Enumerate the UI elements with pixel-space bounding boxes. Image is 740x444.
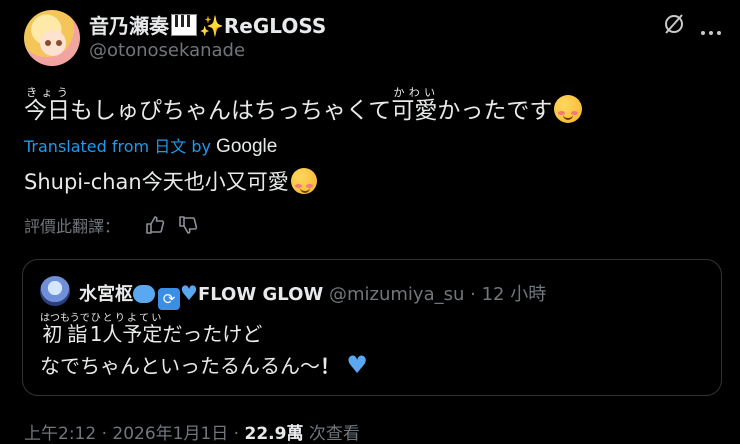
blushing-smile-emoji-icon xyxy=(290,168,317,194)
author-avatar[interactable] xyxy=(24,10,80,66)
tweet-ruby-segment: 可愛かわい xyxy=(391,86,438,124)
tweet-timestamp[interactable]: 上午2:12 · 2026年1月1日 · 22.9萬 次查看 xyxy=(24,419,360,444)
quoted-author-name-suffix: FLOW GLOW xyxy=(197,284,324,305)
piano-emoji-icon xyxy=(171,14,197,36)
tweet-text-segment: かったです xyxy=(437,98,553,124)
thumbs-up-icon[interactable] xyxy=(145,215,165,235)
rate-translation-label: 評價此翻譯： xyxy=(24,217,121,236)
tweet-ruby-segment: 今日きょう xyxy=(24,86,70,124)
speech-bubble-emoji-icon xyxy=(133,285,155,303)
quoted-tweet-line-1: 初詣はつもうで1人予定ひとりよていだったけど xyxy=(40,313,262,344)
tweet-text-segment: もしゅぴちゃんはちっちゃくて xyxy=(70,98,392,124)
author-handle[interactable]: @otonosekanade xyxy=(89,40,245,61)
quoted-author-avatar[interactable] xyxy=(40,276,70,306)
quoted-text-segment: だったけど xyxy=(162,322,263,346)
author-name-text: 音乃瀬奏 xyxy=(89,14,169,38)
blushing-smile-emoji-icon xyxy=(554,95,583,123)
grok-icon[interactable] xyxy=(663,13,685,35)
avatar-eye xyxy=(56,40,62,46)
translated-from-line[interactable]: Translated from 日文 by Google xyxy=(24,133,277,158)
avatar-eye xyxy=(45,40,51,46)
avatar-face xyxy=(40,30,66,56)
quoted-author-name: 水宮枢 xyxy=(79,284,133,305)
blue-heart-emoji-icon: ♥ xyxy=(346,351,368,379)
author-display-name[interactable]: 音乃瀬奏 ✨ReGLOSS xyxy=(89,10,326,39)
translated-prefix: Translated from xyxy=(24,137,150,156)
repeat-emoji-icon: ⟳ xyxy=(158,288,180,310)
view-count: 22.9萬 xyxy=(244,424,304,444)
quoted-tweet-line-2: なでちゃんといったるんるん〜！ ♥ xyxy=(40,350,368,379)
google-logo: Google xyxy=(216,136,278,157)
translated-language: 日文 xyxy=(154,137,187,156)
view-label: 次查看 xyxy=(303,424,360,444)
blue-heart-emoji-icon: ♥ xyxy=(180,281,198,305)
translated-by: by xyxy=(191,137,211,156)
tweet-time: 上午2:12 · 2026年1月1日 · xyxy=(24,424,245,444)
author-name-suffix: ReGLOSS xyxy=(223,14,327,38)
tweet-text: 今日きょうもしゅぴちゃんはちっちゃくて可愛かわいかったです xyxy=(24,86,583,124)
quoted-ruby-segment: 初詣はつもうで xyxy=(40,313,90,346)
translation-body: Shupi-chan今天也小又可愛 xyxy=(24,170,289,194)
quoted-ruby-segment: 1人予定ひとりよてい xyxy=(89,313,163,346)
more-options-icon[interactable] xyxy=(701,20,725,35)
translation-text: Shupi-chan今天也小又可愛 xyxy=(24,166,317,196)
quoted-author-handle: @mizumiya_su xyxy=(328,284,465,305)
quoted-tweet-header: 水宮枢 ⟳ ♥FLOW GLOW @mizumiya_su · 12 小時 xyxy=(79,280,546,310)
quoted-text-segment: なでちゃんといったるんるん〜 xyxy=(40,354,320,378)
sparkles-emoji-icon: ✨ xyxy=(199,14,224,38)
separator-dot: · xyxy=(470,284,476,305)
exclamation-emoji-icon: ！ xyxy=(320,354,340,378)
quoted-tweet-time: 12 小時 xyxy=(481,284,547,305)
thumbs-down-icon[interactable] xyxy=(178,215,198,235)
